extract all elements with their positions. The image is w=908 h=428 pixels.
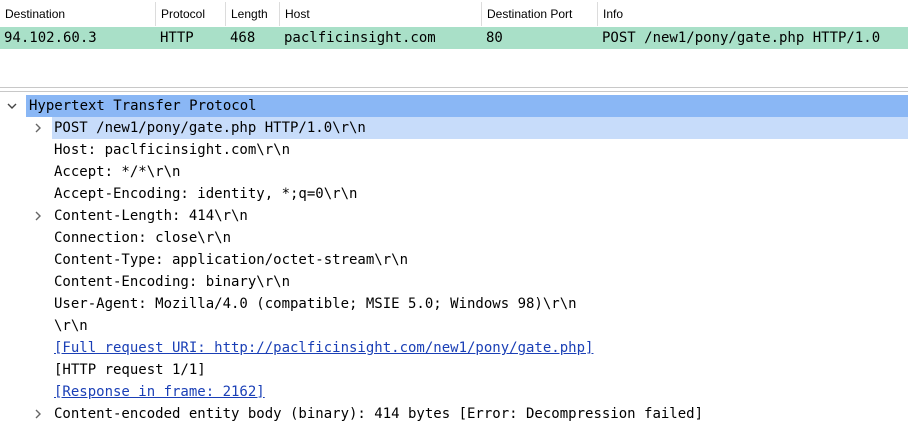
packet-protocol: HTTP [160,30,194,46]
chevron-right-icon[interactable] [30,117,46,139]
packet-details-tree[interactable]: Hypertext Transfer Protocol POST /new1/p… [0,91,908,428]
tree-node-field[interactable]: Accept-Encoding: identity, *;q=0\r\n [54,183,357,205]
packet-list-header: Destination Protocol Length Host Destina… [0,2,908,26]
column-header-info[interactable]: Info [598,2,908,26]
tree-node-field[interactable]: [HTTP request 1/1] [54,359,206,381]
tree-node-field[interactable]: Accept: */*\r\n [54,161,180,183]
column-header-destination-port[interactable]: Destination Port [482,2,598,26]
tree-node-field[interactable]: Content-encoded entity body (binary): 41… [54,403,703,425]
tree-node-field[interactable]: Connection: close\r\n [54,227,231,249]
tree-node-field[interactable]: [Response in frame: 2162] [54,381,265,403]
column-header-destination[interactable]: Destination [0,2,156,26]
packet-info: POST /new1/pony/gate.php HTTP/1.0 [602,30,881,46]
packet-length: 468 [230,30,256,46]
tree-node-field[interactable]: Host: paclficinsight.com\r\n [54,139,290,161]
column-header-length[interactable]: Length [226,2,280,26]
tree-node-field[interactable]: \r\n [54,315,88,337]
packet-destination: 94.102.60.3 [4,30,97,46]
tree-node-field[interactable]: POST /new1/pony/gate.php HTTP/1.0\r\n [54,117,366,139]
column-header-protocol[interactable]: Protocol [156,2,226,26]
tree-node-field[interactable]: Content-Type: application/octet-stream\r… [54,249,408,271]
packet-list[interactable]: Destination Protocol Length Host Destina… [0,0,908,88]
chevron-right-icon[interactable] [30,403,46,425]
packet-row[interactable]: 94.102.60.3 HTTP 468 paclficinsight.com … [0,27,908,49]
tree-node-field[interactable]: User-Agent: Mozilla/4.0 (compatible; MSI… [54,293,577,315]
packet-host: paclficinsight.com [284,30,436,46]
tree-node-field[interactable]: Content-Length: 414\r\n [54,205,248,227]
column-header-host[interactable]: Host [280,2,482,26]
tree-node-field[interactable]: [Full request URI: http://paclficinsight… [54,337,593,359]
packet-destination-port: 80 [486,30,503,46]
chevron-down-icon[interactable] [4,95,20,117]
tree-node-field[interactable]: Content-Encoding: binary\r\n [54,271,290,293]
tree-node-http-label: Hypertext Transfer Protocol [29,98,257,114]
chevron-right-icon[interactable] [30,205,46,227]
